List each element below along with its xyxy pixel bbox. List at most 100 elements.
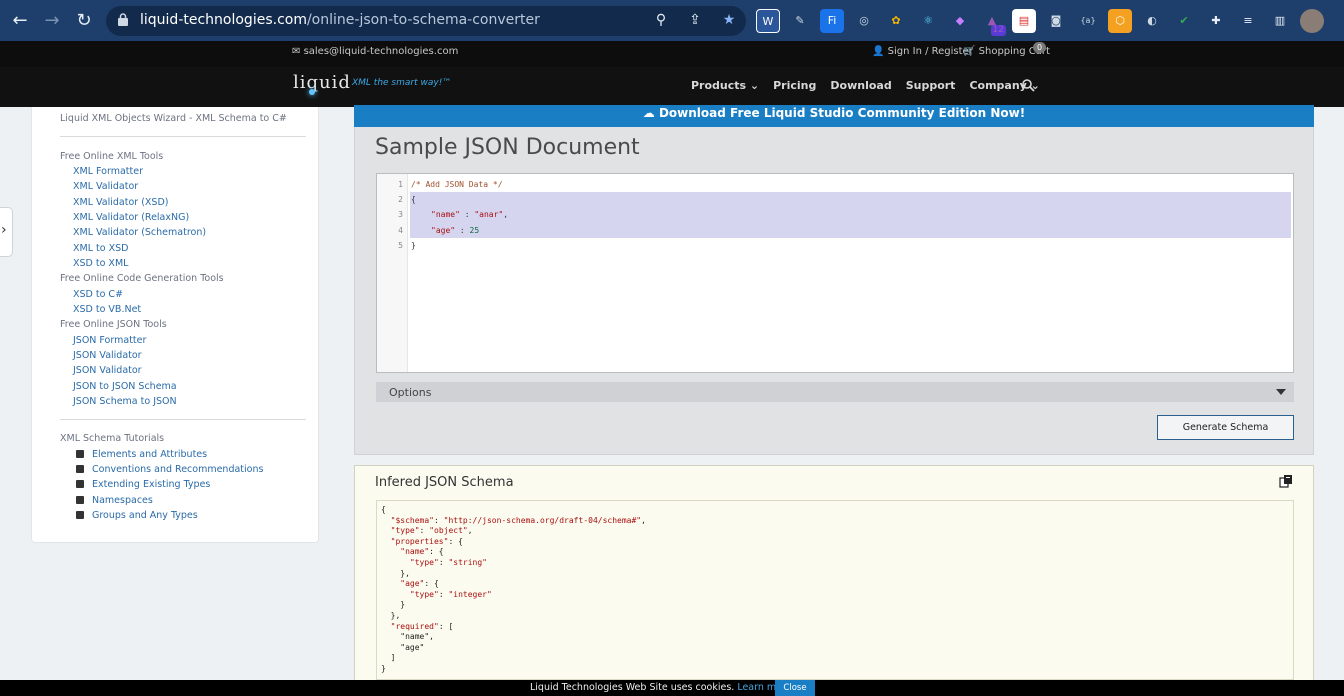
back-icon[interactable]: ← — [8, 9, 32, 33]
schema-line: }, — [381, 611, 401, 620]
generate-schema-button[interactable]: Generate Schema — [1157, 415, 1294, 440]
sidebar-item-json-validator[interactable]: JSON Validator — [73, 350, 142, 361]
sidebar-item-xml-to-xsd[interactable]: XML to XSD — [73, 243, 128, 254]
divider — [60, 136, 306, 137]
extensions-bar: W ✎ Fi ◎ ✿ ⚛ ◆ ▲ 12 ▤ ◙ {a} ⬡ ◐ ✔ ✚ ≡ ▥ — [756, 9, 1324, 36]
caret-down-icon — [1276, 389, 1286, 395]
color-wheel-extension-icon[interactable]: ✿ — [884, 9, 908, 33]
schema-line: "name": { — [400, 547, 444, 557]
schema-line: } — [381, 664, 386, 673]
compass-extension-icon[interactable]: ◎ — [852, 9, 876, 33]
sidebar-item-extending-types[interactable]: Extending Existing Types — [76, 479, 210, 490]
sidebar-item-elements-attributes[interactable]: Elements and Attributes — [76, 449, 207, 460]
site-logo[interactable]: liquid — [293, 72, 351, 93]
sidebar-item-xsd-to-csharp[interactable]: XSD to C# — [73, 289, 123, 300]
nav-download[interactable]: Download — [830, 79, 891, 92]
graduation-extension-icon[interactable]: ▲ 12 — [980, 9, 1006, 36]
check-extension-icon[interactable]: ✔ — [1172, 9, 1196, 33]
cookie-message: Liquid Technologies Web Site uses cookie… — [530, 682, 795, 693]
options-expander[interactable]: Options — [376, 382, 1294, 402]
sidebar-item-json-validator-2[interactable]: JSON Validator — [73, 365, 142, 376]
code-line: } — [411, 241, 416, 250]
selection-highlight — [410, 192, 1291, 238]
reload-icon[interactable]: ↻ — [72, 9, 96, 33]
json-editor[interactable]: 1 2 3 4 5 /* Add JSON Data */ { "name" :… — [376, 173, 1294, 373]
schema-line: "type": "string" — [409, 558, 487, 567]
sample-json-panel: Sample JSON Document 1 2 3 4 5 /* Add JS… — [354, 127, 1314, 455]
schema-line: "type": "integer" — [409, 589, 492, 599]
line-number: 1 — [398, 180, 403, 189]
sidebar-item-json-to-json-schema[interactable]: JSON to JSON Schema — [73, 381, 177, 392]
panel-title: Sample JSON Document — [375, 135, 640, 160]
book-icon — [76, 496, 84, 504]
forward-icon[interactable]: → — [40, 9, 64, 33]
sidebar-item-xsd-to-xml[interactable]: XSD to XML — [73, 258, 128, 269]
sidebar-item-xml-formatter[interactable]: XML Formatter — [73, 166, 143, 177]
sidebar-item-json-formatter[interactable]: JSON Formatter — [73, 335, 146, 346]
sidebar-item-namespaces[interactable]: Namespaces — [76, 495, 153, 506]
line-number-gutter: 1 2 3 4 5 — [377, 174, 408, 372]
schema-line: "age" — [381, 642, 425, 652]
share-icon[interactable]: ⇪ — [686, 11, 704, 29]
download-banner[interactable]: ☁ Download Free Liquid Studio Community … — [354, 105, 1314, 127]
book-icon — [76, 450, 84, 458]
sign-in-link[interactable]: 👤 Sign In / Register — [872, 46, 973, 57]
tagline: XML the smart way!™ — [352, 78, 452, 88]
schema-line: "type": "object", — [390, 526, 473, 536]
sidebar: Liquid XML Objects Wizard - XML Schema t… — [31, 107, 319, 543]
nav-pricing[interactable]: Pricing — [773, 79, 816, 92]
line-number: 4 — [398, 226, 403, 235]
search-icon[interactable] — [1022, 79, 1035, 92]
cookie-close-button[interactable]: Close — [775, 680, 815, 696]
schema-line: ] — [381, 653, 396, 663]
nav-products[interactable]: Products ⌄ — [691, 79, 759, 92]
sidebar-item-xml-validator-schematron[interactable]: XML Validator (Schematron) — [73, 227, 206, 238]
schema-line: "age": { — [400, 579, 439, 589]
side-panel-icon[interactable]: ▥ — [1268, 9, 1292, 33]
word-extension-icon[interactable]: W — [756, 9, 780, 33]
sidebar-item-xml-validator-xsd[interactable]: XML Validator (XSD) — [73, 197, 168, 208]
sidebar-item-conventions[interactable]: Conventions and Recommendations — [76, 464, 263, 475]
sidebar-section-xml: Free Online XML Tools — [60, 151, 164, 162]
cookie-bar: Liquid Technologies Web Site uses cookie… — [0, 680, 1344, 696]
copy-clipboard-icon[interactable] — [1279, 474, 1293, 488]
sidebar-item-xml-validator-relaxng[interactable]: XML Validator (RelaxNG) — [73, 212, 189, 223]
main-nav: Products ⌄ Pricing Download Support Comp… — [691, 79, 1040, 92]
sidebar-item-xml-validator[interactable]: XML Validator — [73, 181, 138, 192]
profile-avatar-icon[interactable] — [1300, 9, 1324, 33]
box-extension-icon[interactable]: ⬡ — [1108, 9, 1132, 33]
puzzle-extensions-icon[interactable]: ✚ — [1204, 9, 1228, 33]
sidebar-item-xsd-to-vbnet[interactable]: XSD to VB.Net — [73, 304, 141, 315]
fi-extension-icon[interactable]: Fi — [820, 9, 844, 33]
line-number: 3 — [398, 210, 403, 219]
code-line: { — [411, 195, 416, 204]
gradient-extension-icon[interactable]: ◆ — [948, 9, 972, 33]
bookmark-star-icon[interactable]: ★ — [720, 11, 738, 29]
url-text: liquid-technologies.com/online-json-to-s… — [140, 12, 540, 28]
code-line: "age" : 25 — [431, 226, 480, 235]
camera-extension-icon[interactable]: ◙ — [1044, 9, 1068, 33]
nav-support[interactable]: Support — [906, 79, 956, 92]
email-link[interactable]: ✉ sales@liquid-technologies.com — [292, 46, 458, 57]
sidebar-item-json-schema-to-json[interactable]: JSON Schema to JSON — [73, 396, 177, 407]
braces-extension-icon[interactable]: {a} — [1076, 9, 1100, 33]
site-header: liquid XML the smart way!™ Products ⌄ Pr… — [0, 67, 1344, 107]
sidebar-section-json: Free Online JSON Tools — [60, 319, 167, 330]
schema-output[interactable]: { "$schema": "http://json-schema.org/dra… — [376, 500, 1294, 680]
reading-list-icon[interactable]: ≡ — [1236, 9, 1260, 33]
sidebar-item-wizard[interactable]: Liquid XML Objects Wizard - XML Schema t… — [60, 113, 287, 124]
book-icon — [76, 511, 84, 519]
options-label: Options — [389, 386, 432, 399]
address-bar[interactable]: liquid-technologies.com/online-json-to-s… — [106, 6, 746, 36]
react-extension-icon[interactable]: ⚛ — [916, 9, 940, 33]
book-icon — [76, 480, 84, 488]
sidebar-toggle[interactable]: › — [0, 207, 13, 257]
clipper-extension-icon[interactable]: ▤ — [1012, 9, 1036, 33]
schema-line: "$schema": "http://json-schema.org/draft… — [390, 515, 646, 525]
schema-line: }, — [381, 568, 410, 578]
reverse-extension-icon[interactable]: ◐ — [1140, 9, 1164, 33]
eyedropper-extension-icon[interactable]: ✎ — [788, 9, 812, 33]
book-icon — [76, 465, 84, 473]
zoom-icon[interactable]: ⚲ — [652, 11, 670, 29]
sidebar-item-groups-any[interactable]: Groups and Any Types — [76, 510, 198, 521]
